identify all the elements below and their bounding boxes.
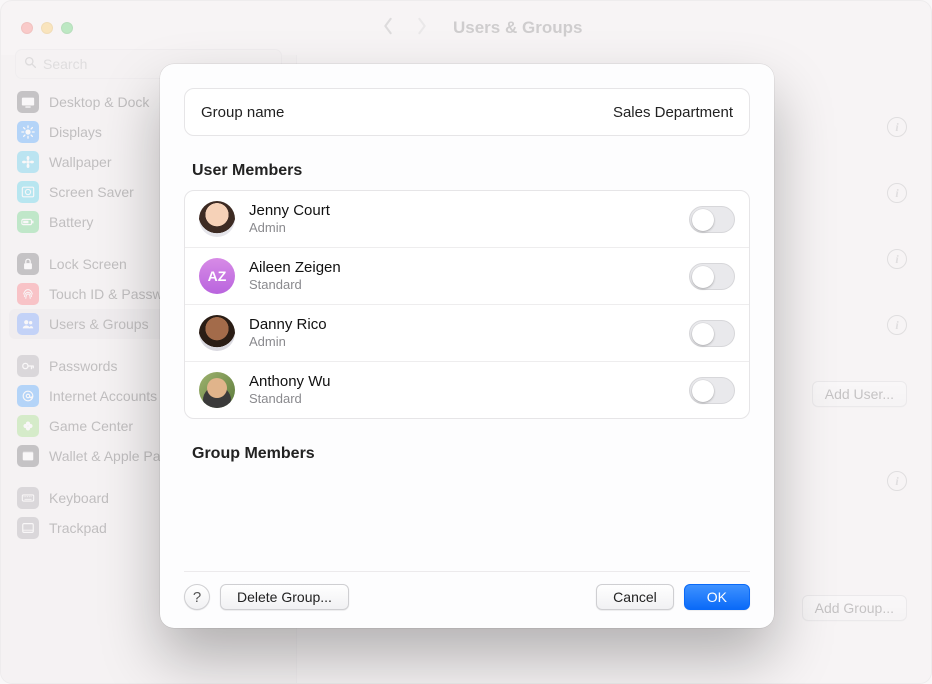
member-role: Admin	[249, 334, 675, 350]
member-name: Anthony Wu	[249, 373, 675, 392]
avatar	[199, 372, 235, 408]
delete-group-button[interactable]: Delete Group...	[220, 584, 349, 610]
member-toggle[interactable]	[689, 206, 735, 233]
member-name: Aileen Zeigen	[249, 259, 675, 278]
group-name-label: Group name	[201, 104, 284, 121]
sheet-footer: ? Delete Group... Cancel OK	[184, 571, 750, 610]
member-toggle[interactable]	[689, 320, 735, 347]
cancel-button[interactable]: Cancel	[596, 584, 674, 610]
group-settings-sheet: Group name Sales Department User Members…	[160, 64, 774, 628]
member-toggle[interactable]	[689, 377, 735, 404]
help-button[interactable]: ?	[184, 584, 210, 610]
group-members-heading: Group Members	[184, 445, 750, 463]
member-role: Standard	[249, 391, 675, 407]
member-row: AZ Aileen ZeigenStandard	[185, 248, 749, 305]
ok-button[interactable]: OK	[684, 584, 750, 610]
member-name: Danny Rico	[249, 316, 675, 335]
member-role: Admin	[249, 220, 675, 236]
member-row: Jenny CourtAdmin	[185, 191, 749, 248]
system-settings-window: Users & Groups Search Desktop & DockDisp…	[0, 0, 932, 684]
user-members-list: Jenny CourtAdminAZAileen ZeigenStandardD…	[184, 190, 750, 419]
member-row: Anthony WuStandard	[185, 362, 749, 418]
user-members-heading: User Members	[184, 162, 750, 180]
avatar: AZ	[199, 258, 235, 294]
group-name-field[interactable]: Group name Sales Department	[184, 88, 750, 136]
group-name-value: Sales Department	[613, 104, 733, 121]
member-role: Standard	[249, 277, 675, 293]
avatar	[199, 201, 235, 237]
member-row: Danny RicoAdmin	[185, 305, 749, 362]
avatar	[199, 315, 235, 351]
member-toggle[interactable]	[689, 263, 735, 290]
member-name: Jenny Court	[249, 202, 675, 221]
